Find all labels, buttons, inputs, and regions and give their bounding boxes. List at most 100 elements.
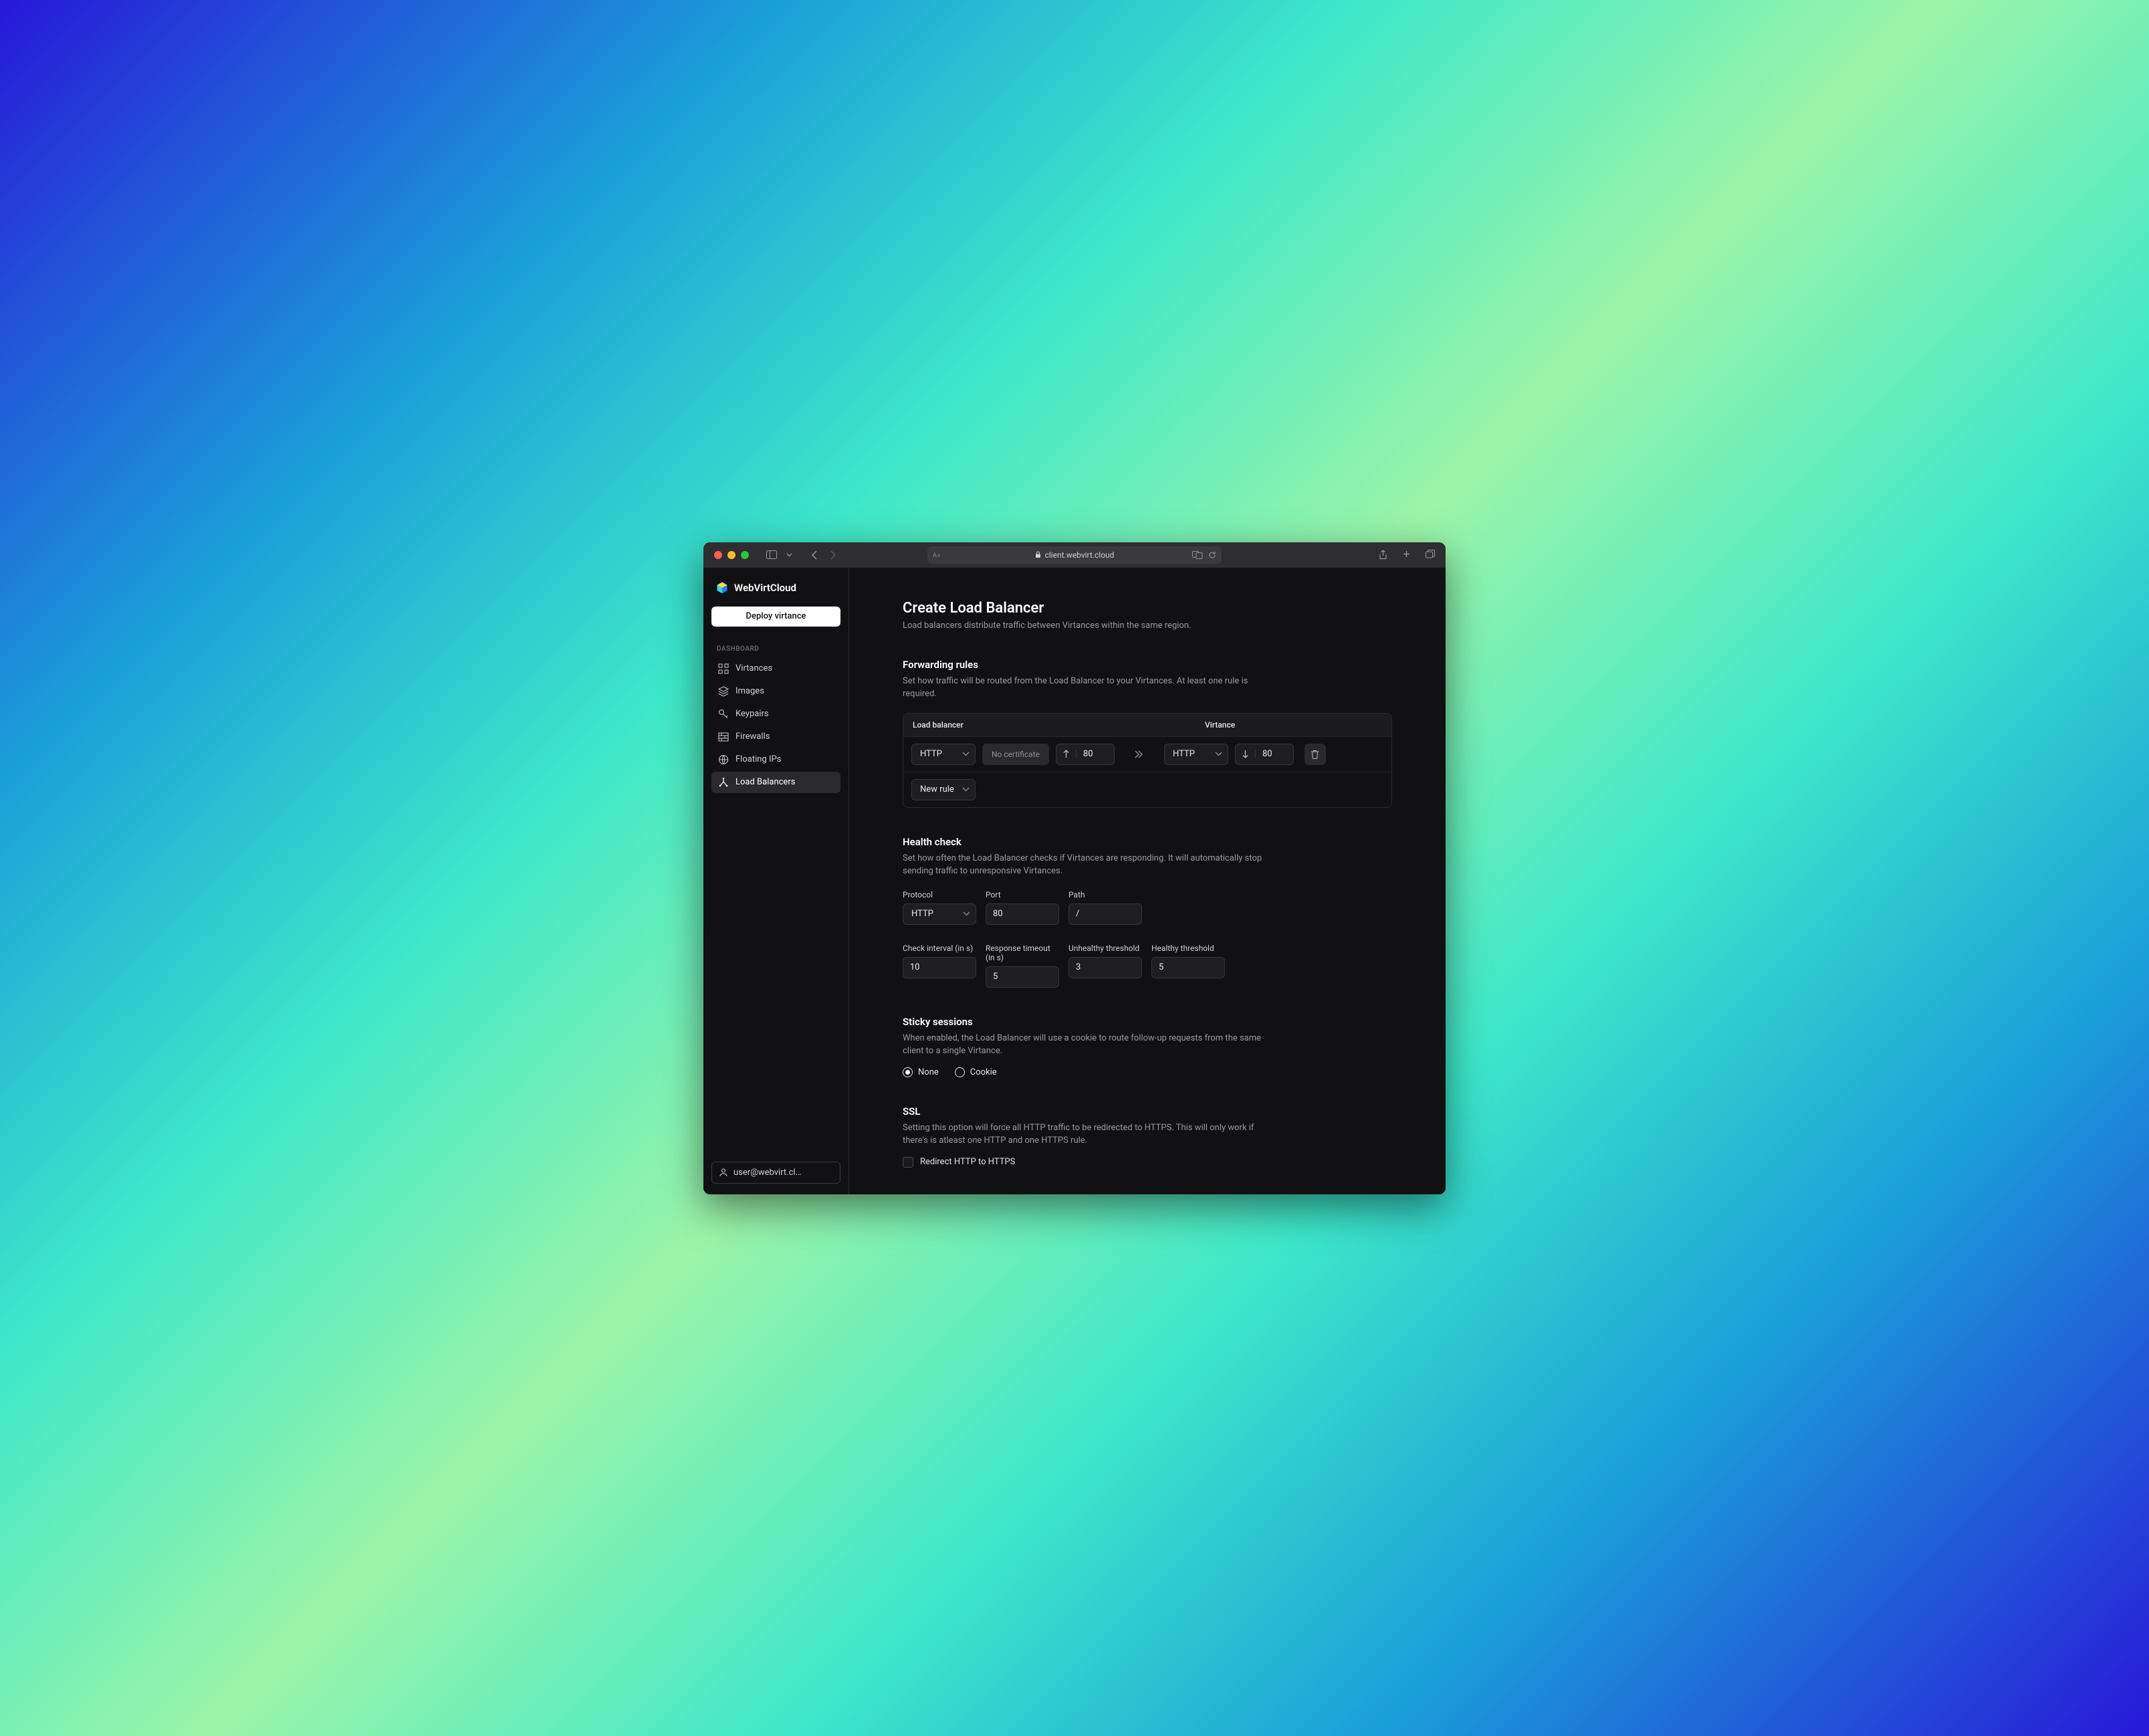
traffic-lights (714, 551, 749, 559)
lb-port-input[interactable] (1056, 744, 1115, 765)
no-certificate-pill: No certificate (982, 744, 1049, 765)
lb-protocol-value: HTTP (920, 749, 942, 759)
unhealthy-label: Unhealthy threshold (1068, 944, 1142, 953)
radio-none[interactable]: None (903, 1067, 939, 1077)
forward-icon[interactable] (830, 550, 836, 560)
sticky-radios: None Cookie (903, 1067, 1392, 1077)
chevron-down-icon[interactable] (786, 553, 792, 557)
back-icon[interactable] (811, 550, 818, 560)
share-icon[interactable] (1379, 550, 1387, 560)
trash-icon (1311, 750, 1319, 759)
rules-header: Load balancer Virtance (903, 714, 1391, 736)
url-text: client.webvirt.cloud (1045, 550, 1115, 560)
sidebar-item-floating-ips[interactable]: Floating IPs (711, 749, 840, 770)
maximize-icon[interactable] (741, 551, 749, 559)
page-subtitle: Load balancers distribute traffic betwee… (903, 621, 1392, 631)
delete-rule-button[interactable] (1305, 744, 1326, 765)
lb-port-field[interactable] (1077, 749, 1114, 759)
new-tab-icon[interactable] (1402, 550, 1411, 560)
healthy-field: Healthy threshold (1151, 944, 1225, 988)
port-input[interactable] (986, 903, 1059, 925)
brand-logo-icon (715, 581, 729, 594)
sidebar-item-label: Images (736, 686, 764, 696)
sidebar-item-label: Keypairs (736, 709, 769, 719)
minimize-icon[interactable] (727, 551, 736, 559)
rules-panel: Load balancer Virtance HTTP No certifica… (903, 713, 1392, 808)
deploy-button[interactable]: Deploy virtance (711, 607, 840, 627)
sidebar-item-label: Floating IPs (736, 754, 781, 764)
lock-icon (1035, 551, 1041, 558)
radio-icon (955, 1067, 965, 1077)
sidebar-item-firewalls[interactable]: Firewalls (711, 726, 840, 748)
layers-icon (718, 686, 729, 697)
ssl-redirect-checkbox[interactable]: Redirect HTTP to HTTPS (903, 1157, 1392, 1168)
ssl-redirect-label: Redirect HTTP to HTTPS (920, 1157, 1015, 1167)
chevron-down-icon (962, 752, 970, 756)
sidebar-item-label: Firewalls (736, 732, 770, 742)
virtance-protocol-select[interactable]: HTTP (1164, 744, 1228, 765)
healthy-input[interactable] (1151, 957, 1225, 978)
path-label: Path (1068, 890, 1142, 899)
checkbox-icon (903, 1157, 913, 1168)
load-balancer-icon (718, 777, 729, 788)
page-title: Create Load Balancer (903, 600, 1392, 617)
unhealthy-field: Unhealthy threshold (1068, 944, 1142, 988)
chevron-down-icon (963, 911, 970, 916)
grid-icon (718, 663, 729, 674)
check-interval-input[interactable] (903, 957, 976, 978)
sidebar-item-virtances[interactable]: Virtances (711, 658, 840, 679)
col-lb: Load balancer (913, 720, 1205, 730)
chevron-down-icon (962, 787, 970, 792)
radio-icon (903, 1067, 913, 1077)
ssl-section: SSL Setting this option will force all H… (903, 1105, 1392, 1168)
close-icon[interactable] (714, 551, 722, 559)
chevron-down-icon (1215, 752, 1222, 756)
svg-text:A: A (937, 554, 940, 558)
forwarding-section: Forwarding rules Set how traffic will be… (903, 659, 1392, 808)
sidebar-item-images[interactable]: Images (711, 681, 840, 702)
path-input[interactable] (1068, 903, 1142, 925)
key-icon (718, 709, 729, 720)
globe-icon (718, 754, 729, 765)
sidebar-toggle-icon[interactable] (766, 550, 777, 559)
sidebar: WebVirtCloud Deploy virtance DASHBOARD V… (703, 568, 849, 1194)
radio-label: Cookie (970, 1067, 997, 1077)
forwarding-desc: Set how traffic will be routed from the … (903, 675, 1277, 701)
port-field: Port (986, 890, 1059, 925)
new-rule-label: New rule (920, 784, 954, 794)
address-bar[interactable]: AA client.webvirt.cloud (927, 546, 1222, 564)
rule-row: HTTP No certificate HTTP (903, 736, 1391, 772)
user-menu[interactable]: user@webvirt.cl… (711, 1162, 840, 1184)
virtance-port-field[interactable] (1256, 749, 1293, 759)
sidebar-item-load-balancers[interactable]: Load Balancers (711, 772, 840, 793)
reload-icon[interactable] (1208, 551, 1216, 559)
arrow-up-icon (1056, 750, 1077, 758)
sticky-section: Sticky sessions When enabled, the Load B… (903, 1016, 1392, 1077)
main-content: Create Load Balancer Load balancers dist… (849, 568, 1446, 1194)
forward-arrow-icon (1121, 750, 1157, 758)
virtance-protocol-value: HTTP (1173, 749, 1195, 759)
sidebar-item-keypairs[interactable]: Keypairs (711, 703, 840, 725)
port-label: Port (986, 890, 1059, 899)
brand-text: WebVirtCloud (734, 582, 796, 594)
translate-icon[interactable] (1192, 551, 1203, 559)
virtance-port-input[interactable] (1235, 744, 1294, 765)
protocol-value: HTTP (911, 909, 933, 919)
timeout-input[interactable] (986, 966, 1059, 988)
ssl-desc: Setting this option will force all HTTP … (903, 1121, 1277, 1148)
arrow-down-icon (1236, 750, 1256, 758)
health-desc: Set how often the Load Balancer checks i… (903, 852, 1277, 878)
browser-window: AA client.webvirt.cloud (703, 542, 1446, 1194)
check-interval-field: Check interval (in s) (903, 944, 976, 988)
brand[interactable]: WebVirtCloud (711, 578, 840, 607)
sticky-heading: Sticky sessions (903, 1016, 1392, 1028)
radio-cookie[interactable]: Cookie (955, 1067, 997, 1077)
timeout-field: Response timeout (in s) (986, 944, 1059, 988)
tabs-icon[interactable] (1426, 550, 1435, 560)
unhealthy-input[interactable] (1068, 957, 1142, 978)
col-virtance: Virtance (1205, 720, 1235, 730)
new-rule-select[interactable]: New rule (911, 779, 976, 800)
protocol-select[interactable]: HTTP (903, 903, 976, 925)
lb-protocol-select[interactable]: HTTP (911, 744, 976, 765)
text-size-icon[interactable]: AA (933, 551, 942, 558)
